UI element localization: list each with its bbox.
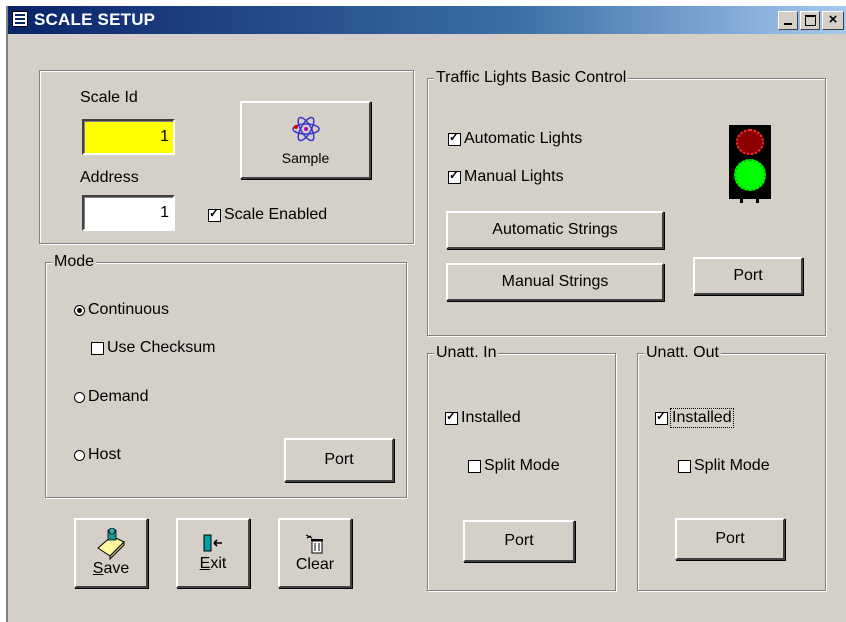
mode-port-button[interactable]: Port bbox=[284, 438, 394, 482]
manual-lights-label: Manual Lights bbox=[464, 168, 564, 185]
exit-button[interactable]: Exit bbox=[176, 518, 250, 588]
close-button[interactable]: × bbox=[822, 11, 844, 30]
traffic-light-icon bbox=[729, 125, 771, 203]
automatic-lights-label: Automatic Lights bbox=[464, 130, 583, 147]
automatic-lights-box[interactable] bbox=[448, 130, 461, 146]
close-icon: × bbox=[828, 11, 838, 28]
unatt-out-title: Unatt. Out bbox=[644, 344, 721, 362]
demand-radio-dot[interactable] bbox=[74, 391, 85, 403]
save-label: Save bbox=[92, 560, 130, 577]
continuous-radio-dot[interactable] bbox=[74, 304, 85, 316]
exit-label: Exit bbox=[199, 555, 227, 572]
minimize-icon bbox=[784, 23, 792, 25]
host-radio-dot[interactable] bbox=[74, 449, 85, 461]
maximize-button[interactable] bbox=[800, 11, 820, 30]
unatt-out-installed-box[interactable] bbox=[655, 409, 668, 425]
minimize-button[interactable] bbox=[778, 11, 798, 30]
unatt-in-port-button[interactable]: Port bbox=[463, 520, 575, 562]
window-title: SCALE SETUP bbox=[34, 10, 156, 29]
scale-enabled-box[interactable] bbox=[208, 206, 221, 222]
unatt-out-port-label: Port bbox=[715, 530, 745, 547]
trash-can-icon bbox=[305, 534, 323, 554]
atom-icon bbox=[291, 116, 320, 142]
use-checksum-checkbox[interactable]: Use Checksum bbox=[91, 339, 215, 357]
unatt-in-port-label: Port bbox=[504, 532, 534, 549]
unatt-in-installed-checkbox[interactable]: Installed bbox=[445, 409, 521, 427]
sample-button[interactable]: Sample bbox=[240, 101, 371, 179]
unatt-in-split-label: Split Mode bbox=[484, 457, 560, 474]
scale-id-label: Scale Id bbox=[80, 89, 138, 106]
unatt-in-split-box[interactable] bbox=[468, 459, 481, 473]
host-label: Host bbox=[88, 446, 121, 463]
manual-lights-box[interactable] bbox=[448, 168, 461, 184]
scale-id-value: 1 bbox=[160, 128, 169, 145]
manual-strings-button[interactable]: Manual Strings bbox=[446, 263, 664, 301]
mode-group: Mode Continuous Use Checksum Demand Host… bbox=[45, 253, 407, 498]
unatt-out-installed-checkbox[interactable]: Installed bbox=[655, 408, 734, 428]
green-light bbox=[734, 159, 766, 191]
traffic-lights-group: Traffic Lights Basic Control Automatic L… bbox=[427, 69, 826, 336]
use-checksum-box[interactable] bbox=[91, 341, 104, 355]
unatt-out-installed-label: Installed bbox=[670, 408, 734, 428]
scale-group: Scale Id 1 Address 1 Sample Scale Enable… bbox=[39, 70, 414, 244]
unatt-out-split-checkbox[interactable]: Split Mode bbox=[678, 457, 770, 475]
continuous-radio[interactable]: Continuous bbox=[74, 301, 169, 319]
automatic-strings-button[interactable]: Automatic Strings bbox=[446, 211, 664, 249]
red-light bbox=[736, 129, 764, 155]
demand-label: Demand bbox=[88, 388, 149, 405]
mode-title: Mode bbox=[52, 253, 97, 271]
unatt-in-title: Unatt. In bbox=[434, 344, 499, 362]
traffic-port-button[interactable]: Port bbox=[693, 257, 803, 295]
scale-id-field[interactable]: 1 bbox=[82, 119, 175, 155]
address-value: 1 bbox=[160, 204, 169, 221]
manual-strings-label: Manual Strings bbox=[501, 273, 609, 290]
unatt-out-split-label: Split Mode bbox=[694, 457, 770, 474]
save-button[interactable]: Save bbox=[74, 518, 148, 588]
clear-button[interactable]: Clear bbox=[278, 518, 352, 588]
mode-port-label: Port bbox=[324, 451, 354, 468]
manual-lights-checkbox[interactable]: Manual Lights bbox=[448, 168, 564, 186]
clear-label: Clear bbox=[295, 556, 335, 573]
maximize-icon bbox=[804, 15, 816, 26]
use-checksum-label: Use Checksum bbox=[107, 339, 216, 356]
unatt-in-installed-label: Installed bbox=[461, 409, 521, 426]
scale-enabled-checkbox[interactable]: Scale Enabled bbox=[208, 206, 327, 224]
demand-radio[interactable]: Demand bbox=[74, 388, 148, 406]
traffic-lights-title: Traffic Lights Basic Control bbox=[434, 69, 629, 87]
unatt-in-group: Unatt. In Installed Split Mode Port bbox=[427, 344, 616, 591]
sample-label: Sample bbox=[281, 150, 330, 166]
unatt-out-group: Unatt. Out Installed Split Mode Port bbox=[637, 344, 826, 591]
unatt-out-split-box[interactable] bbox=[678, 459, 691, 473]
host-radio[interactable]: Host bbox=[74, 446, 121, 464]
scale-enabled-label: Scale Enabled bbox=[224, 206, 328, 223]
unatt-out-port-button[interactable]: Port bbox=[675, 518, 785, 560]
automatic-lights-checkbox[interactable]: Automatic Lights bbox=[448, 130, 582, 148]
exit-door-icon bbox=[203, 534, 222, 552]
unatt-in-split-checkbox[interactable]: Split Mode bbox=[468, 457, 560, 475]
save-icon bbox=[97, 528, 125, 560]
title-bar[interactable]: SCALE SETUP × bbox=[8, 6, 846, 34]
traffic-port-label: Port bbox=[733, 267, 763, 284]
scale-setup-window: SCALE SETUP × Scale Id 1 Address 1 Sampl… bbox=[6, 6, 846, 622]
continuous-label: Continuous bbox=[88, 301, 169, 318]
automatic-strings-label: Automatic Strings bbox=[492, 221, 618, 238]
address-field[interactable]: 1 bbox=[82, 195, 175, 231]
form-icon bbox=[12, 11, 28, 27]
unatt-in-installed-box[interactable] bbox=[445, 409, 458, 425]
address-label: Address bbox=[80, 169, 139, 186]
